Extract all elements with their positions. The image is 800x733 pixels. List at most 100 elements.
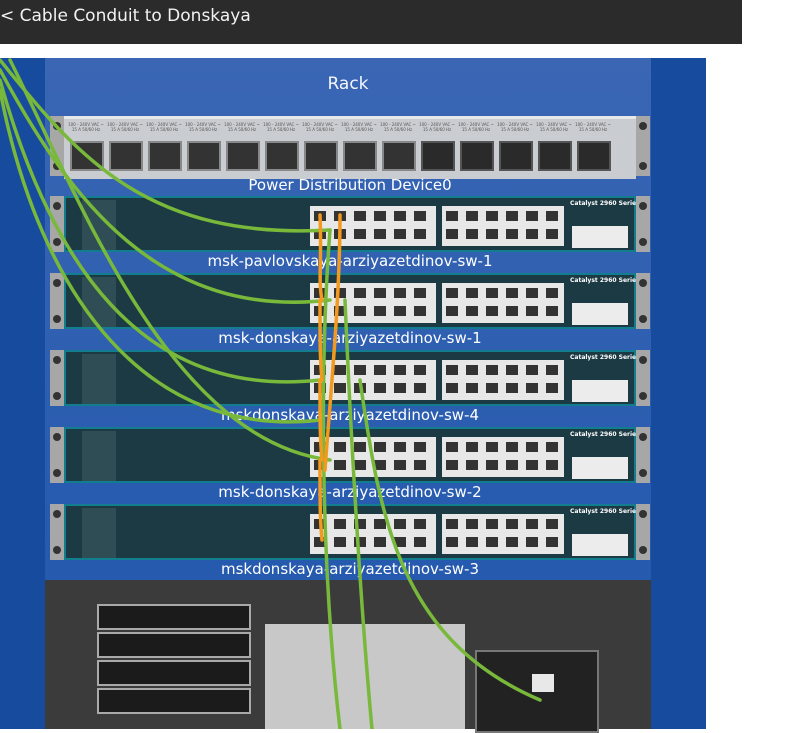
back-link[interactable]: < Cable Conduit to Donskaya xyxy=(0,6,251,26)
power-outlet[interactable] xyxy=(304,141,338,171)
switch-port[interactable] xyxy=(374,442,386,452)
switch-port[interactable] xyxy=(374,383,386,393)
switch-port[interactable] xyxy=(466,383,478,393)
switch-port[interactable] xyxy=(446,383,458,393)
gigabit-uplink-ports[interactable] xyxy=(572,457,628,479)
switch-port[interactable] xyxy=(546,365,558,375)
switch-port[interactable] xyxy=(414,383,426,393)
switch-port[interactable] xyxy=(466,229,478,239)
switch-port[interactable] xyxy=(486,519,498,529)
pdu-unit[interactable]: 100 - 240V VAC ~ 15 A 50/60 Hz 100 - 240V… xyxy=(50,116,650,179)
switch-unit[interactable]: Catalyst 2960 Series xyxy=(50,196,650,252)
switch-port[interactable] xyxy=(314,211,326,221)
switch-port[interactable] xyxy=(506,442,518,452)
switch-port[interactable] xyxy=(414,365,426,375)
switch-unit[interactable]: Catalyst 2960 Series xyxy=(50,273,650,329)
switch-port[interactable] xyxy=(314,519,326,529)
server-chassis[interactable] xyxy=(45,580,651,733)
power-outlet[interactable] xyxy=(148,141,182,171)
switch-port[interactable] xyxy=(486,288,498,298)
switch-port[interactable] xyxy=(486,460,498,470)
switch-port[interactable] xyxy=(526,537,538,547)
switch-port[interactable] xyxy=(414,306,426,316)
switch-port[interactable] xyxy=(354,211,366,221)
switch-port[interactable] xyxy=(354,288,366,298)
fast-ethernet-ports-a[interactable] xyxy=(310,206,436,246)
switch-port[interactable] xyxy=(354,460,366,470)
switch-port[interactable] xyxy=(414,229,426,239)
switch-port[interactable] xyxy=(506,211,518,221)
switch-port[interactable] xyxy=(334,211,346,221)
gigabit-uplink-ports[interactable] xyxy=(572,226,628,248)
switch-port[interactable] xyxy=(546,288,558,298)
switch-port[interactable] xyxy=(394,306,406,316)
server-blade[interactable] xyxy=(97,604,251,630)
switch-port[interactable] xyxy=(394,365,406,375)
switch-port[interactable] xyxy=(546,460,558,470)
power-outlet[interactable] xyxy=(577,141,611,171)
switch-port[interactable] xyxy=(466,519,478,529)
switch-port[interactable] xyxy=(394,537,406,547)
switch-port[interactable] xyxy=(526,383,538,393)
switch-port[interactable] xyxy=(446,365,458,375)
switch-port[interactable] xyxy=(526,442,538,452)
power-outlet[interactable] xyxy=(538,141,572,171)
switch-port[interactable] xyxy=(314,537,326,547)
switch-port[interactable] xyxy=(374,288,386,298)
switch-port[interactable] xyxy=(546,211,558,221)
switch-port[interactable] xyxy=(354,537,366,547)
power-outlet[interactable] xyxy=(187,141,221,171)
fast-ethernet-ports-a[interactable] xyxy=(310,360,436,400)
switch-port[interactable] xyxy=(314,442,326,452)
power-outlet[interactable] xyxy=(70,141,104,171)
switch-port[interactable] xyxy=(526,460,538,470)
switch-port[interactable] xyxy=(374,460,386,470)
switch-port[interactable] xyxy=(466,288,478,298)
switch-port[interactable] xyxy=(506,519,518,529)
fast-ethernet-ports-b[interactable] xyxy=(442,206,564,246)
server-blade[interactable] xyxy=(97,688,251,714)
switch-port[interactable] xyxy=(414,519,426,529)
ethernet-port-icon[interactable] xyxy=(532,674,554,692)
switch-port[interactable] xyxy=(526,288,538,298)
switch-port[interactable] xyxy=(314,229,326,239)
switch-port[interactable] xyxy=(526,365,538,375)
fast-ethernet-ports-b[interactable] xyxy=(442,514,564,554)
switch-port[interactable] xyxy=(354,365,366,375)
switch-port[interactable] xyxy=(486,211,498,221)
switch-port[interactable] xyxy=(466,211,478,221)
power-outlet[interactable] xyxy=(382,141,416,171)
fast-ethernet-ports-a[interactable] xyxy=(310,283,436,323)
switch-port[interactable] xyxy=(446,288,458,298)
switch-port[interactable] xyxy=(354,442,366,452)
switch-port[interactable] xyxy=(374,211,386,221)
switch-port[interactable] xyxy=(466,442,478,452)
switch-port[interactable] xyxy=(506,365,518,375)
switch-port[interactable] xyxy=(334,442,346,452)
switch-port[interactable] xyxy=(526,229,538,239)
power-outlet[interactable] xyxy=(460,141,494,171)
switch-port[interactable] xyxy=(546,537,558,547)
switch-port[interactable] xyxy=(414,460,426,470)
switch-port[interactable] xyxy=(374,519,386,529)
switch-port[interactable] xyxy=(506,460,518,470)
switch-port[interactable] xyxy=(394,288,406,298)
switch-port[interactable] xyxy=(334,519,346,529)
switch-port[interactable] xyxy=(414,537,426,547)
switch-port[interactable] xyxy=(334,288,346,298)
switch-unit[interactable]: Catalyst 2960 Series xyxy=(50,504,650,560)
switch-port[interactable] xyxy=(486,383,498,393)
switch-port[interactable] xyxy=(526,211,538,221)
switch-port[interactable] xyxy=(486,229,498,239)
switch-port[interactable] xyxy=(546,442,558,452)
switch-port[interactable] xyxy=(466,365,478,375)
server-blade[interactable] xyxy=(97,660,251,686)
fast-ethernet-ports-a[interactable] xyxy=(310,514,436,554)
switch-port[interactable] xyxy=(354,229,366,239)
switch-port[interactable] xyxy=(506,306,518,316)
switch-port[interactable] xyxy=(486,442,498,452)
switch-port[interactable] xyxy=(546,229,558,239)
switch-port[interactable] xyxy=(374,306,386,316)
switch-port[interactable] xyxy=(446,211,458,221)
switch-port[interactable] xyxy=(314,306,326,316)
